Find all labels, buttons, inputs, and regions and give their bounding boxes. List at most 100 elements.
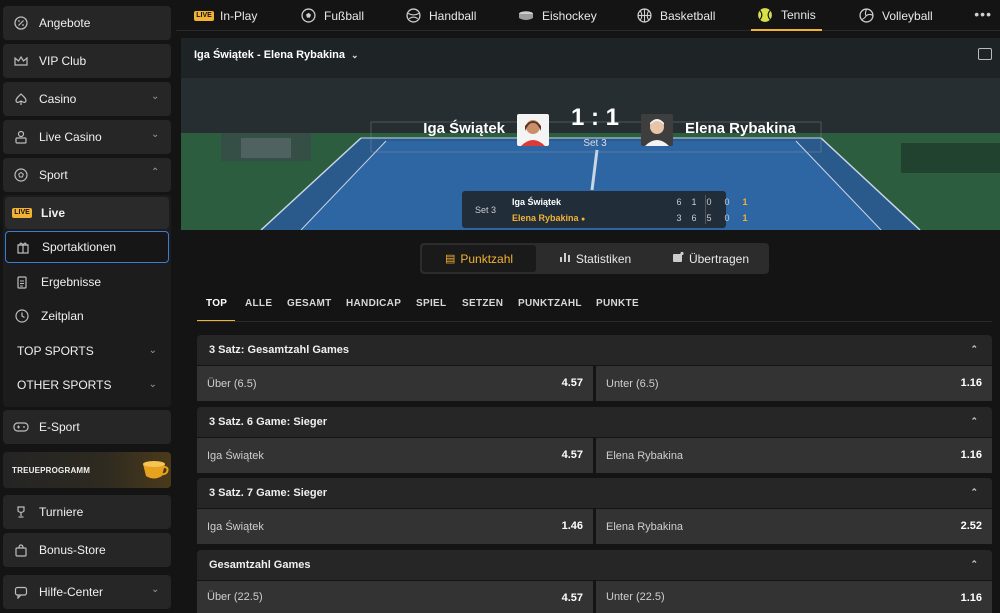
basketball-icon [636,8,652,24]
market-header[interactable]: 3 Satz. 6 Game: Sieger ⌃ [197,407,992,437]
submenu-item-other-sports[interactable]: OTHER SPORTS ⌄ [5,369,169,401]
selection-label: Über (22.5) [207,591,263,603]
tab-volleyball[interactable]: Volleyball [858,0,933,31]
chevron-up-icon: ⌃ [151,167,160,178]
selection-label: Unter (22.5) [606,591,665,603]
tab-label: Fußball [324,8,365,23]
tab-label: Übertragen [688,251,750,266]
market-tab-handicap[interactable]: HANDICAP [346,296,401,322]
sidebar-item-turniere[interactable]: Turniere [3,495,171,529]
set-games: 6 [676,197,682,207]
tab-eishockey[interactable]: Eishockey [518,0,597,31]
match-score: 1 : 1 [570,104,620,131]
spade-icon [13,91,29,107]
clipboard-icon [13,274,31,290]
sidebar-item-angebote[interactable]: Angebote [3,6,171,40]
tab-label: Eishockey [542,8,597,23]
chevron-up-icon: ⌃ [970,344,978,354]
market-header[interactable]: 3 Satz: Gesamtzahl Games ⌃ [197,335,992,365]
market-tab-setzen[interactable]: SETZEN [462,296,503,322]
more-menu-icon[interactable]: ••• [974,6,992,22]
set-games: 3 [676,213,682,223]
tab-tennis[interactable]: Tennis [751,0,822,31]
chevron-down-icon: ⌄ [151,91,160,102]
sport-submenu: LIVE Live Sportaktionen Ergebnisse Zeitp… [3,195,171,407]
selection-label: Iga Świątek [207,449,264,462]
market-header[interactable]: 3 Satz. 7 Game: Sieger ⌃ [197,478,992,508]
tennis-ball-icon [757,7,773,23]
sidebar-item-label: Hilfe-Center [39,585,104,599]
treueprogramm-label: TREUEPROGRAMM [12,465,91,475]
submenu-item-zeitplan[interactable]: Zeitplan [5,300,169,332]
odds-price: 1.46 [561,520,583,532]
live-badge-icon: LIVE [12,208,32,218]
sidebar-item-esport[interactable]: E-Sport [3,410,171,444]
sidebar-item-label: Casino [39,92,77,106]
selection-label: Über (6.5) [207,377,257,390]
tab-statistiken[interactable]: Statistiken [538,245,652,272]
player1-avatar [517,114,549,146]
market-tab-alle[interactable]: ALLE [245,296,272,322]
odds-button[interactable]: Über (6.5) 4.57 [197,366,593,401]
current-set-label: Set 3 [583,138,607,149]
tab-basketball[interactable]: Basketball [636,0,715,31]
submenu-item-label: Ergebnisse [41,275,102,289]
odds-price: 1.16 [960,449,982,461]
sidebar-item-label: Angebote [39,16,91,30]
sidebar-item-bonus-store[interactable]: Bonus-Store [3,533,171,567]
odds-button[interactable]: Unter (22.5) 1.16 [596,581,992,613]
market-tab-punktzahl[interactable]: PUNKTZAHL [518,296,582,322]
scoreboard-set-label: Set 3 [475,205,497,215]
submenu-item-sportaktionen[interactable]: Sportaktionen [5,231,169,263]
odds-button[interactable]: Iga Świątek 4.57 [197,438,593,473]
match-title-text: Iga Świątek - Elena Rybakina [194,49,346,61]
tab-handball[interactable]: Handball [405,0,476,31]
scoreboard-divider [705,195,706,224]
volleyball-icon [858,8,874,24]
market-tab-top[interactable]: TOP [197,296,235,322]
match-hero: Iga Świątek - Elena Rybakina ⌄ Iga Świąte… [181,38,1000,230]
serving-indicator-icon: ● [581,216,586,223]
broadcast-icon [672,251,684,266]
tab-fussball[interactable]: Fußball [300,0,364,31]
sidebar-item-live-casino[interactable]: Live Casino ⌄ [3,120,171,154]
odds-button[interactable]: Elena Rybakina 2.52 [596,509,992,544]
sidebar-item-vip-club[interactable]: VIP Club [3,44,171,78]
tab-label: Tennis [781,7,816,22]
market-tabs-divider [197,321,992,322]
gamepad-icon [13,419,29,435]
treueprogramm-banner[interactable]: TREUEPROGRAMM [3,452,171,488]
tab-label: Punktzahl [460,251,514,266]
submenu-item-top-sports[interactable]: TOP SPORTS ⌄ [5,335,169,367]
chevron-up-icon: ⌃ [970,559,978,569]
chevron-down-icon: ⌄ [151,584,160,595]
market-tab-punkte[interactable]: PUNKTE [596,296,639,322]
match-selector[interactable]: Iga Świątek - Elena Rybakina ⌄ [194,49,359,61]
tab-label: Handball [429,8,477,23]
sidebar-item-sport[interactable]: Sport ⌃ [3,158,171,192]
odds-button[interactable]: Unter (6.5) 1.16 [596,366,992,401]
market-tab-gesamt[interactable]: GESAMT [287,296,332,322]
stream-tv-icon[interactable] [978,48,992,60]
live-badge-icon: LIVE [194,10,214,21]
market-tab-spiel[interactable]: SPIEL [416,296,446,322]
sidebar-item-label: E-Sport [39,420,80,434]
odds-button[interactable]: Elena Rybakina 1.16 [596,438,992,473]
tab-punktzahl[interactable]: ▤ Punktzahl [422,245,536,272]
submenu-item-ergebnisse[interactable]: Ergebnisse [5,266,169,298]
submenu-item-live[interactable]: LIVE Live [5,197,169,229]
odds-button[interactable]: Iga Świątek 1.46 [197,509,593,544]
soccer-ball-icon [13,167,29,183]
odds-button[interactable]: Über (22.5) 4.57 [197,581,593,613]
sidebar-item-label: Turniere [39,505,84,519]
sidebar-item-hilfe-center[interactable]: Hilfe-Center ⌄ [3,575,171,609]
crown-icon [13,53,29,69]
tab-uebertragen[interactable]: Übertragen [654,245,767,272]
sidebar-item-casino[interactable]: Casino ⌄ [3,82,171,116]
market-header[interactable]: Gesamtzahl Games ⌃ [197,550,992,580]
tab-label: In-Play [220,8,258,23]
scoreboard-row: Elena Rybakina ● 3 6 5 0 1 [512,211,748,225]
submenu-item-label: Live [41,206,66,220]
tab-in-play[interactable]: LIVE In-Play [194,0,258,31]
chevron-down-icon: ⌄ [148,379,157,390]
